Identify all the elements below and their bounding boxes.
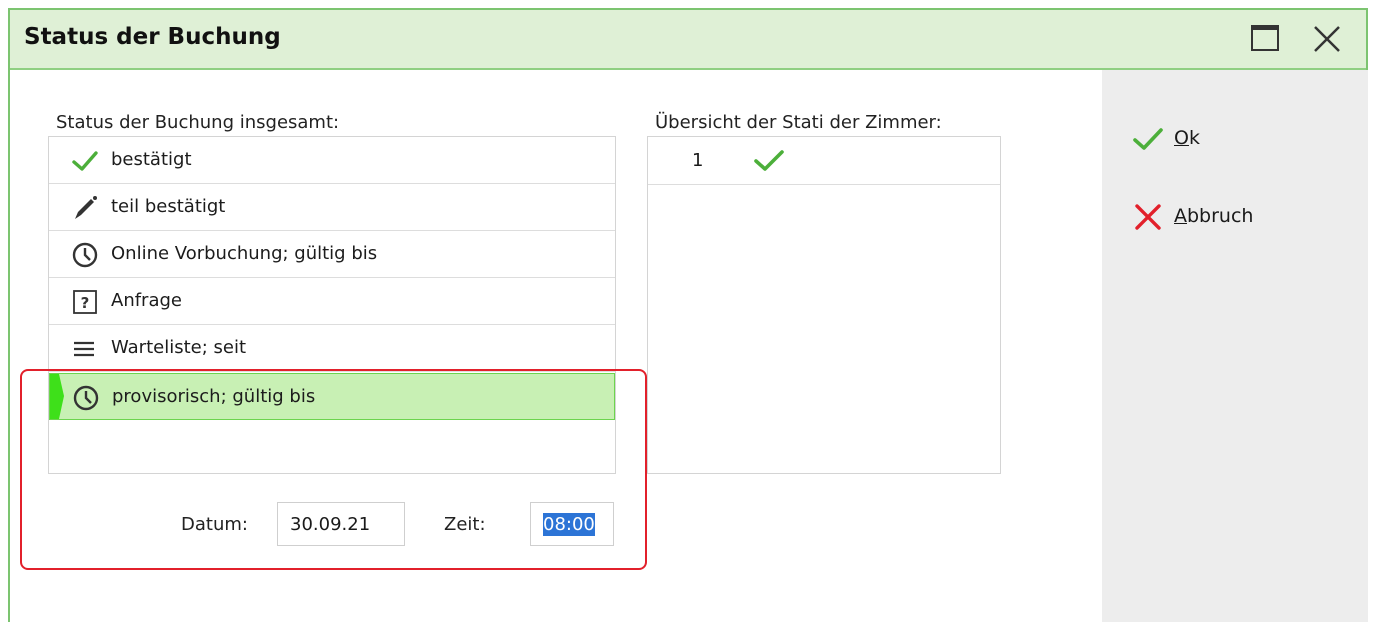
status-item-online-prebooking[interactable]: Online Vorbuchung; gültig bis <box>49 231 615 278</box>
status-item-request[interactable]: ? Anfrage <box>49 278 615 325</box>
ok-label: Ok <box>1174 127 1200 149</box>
rooms-status-label: Übersicht der Stati der Zimmer: <box>655 112 942 133</box>
highlight-annotation <box>20 369 647 570</box>
dialog-title: Status der Buchung <box>24 24 281 50</box>
overall-status-label: Status der Buchung insgesamt: <box>56 112 340 133</box>
list-icon <box>74 341 94 357</box>
check-icon <box>72 151 98 171</box>
status-item-partly-confirmed[interactable]: teil bestätigt <box>49 184 615 231</box>
close-icon <box>1314 26 1340 52</box>
svg-text:?: ? <box>81 294 90 312</box>
pen-icon <box>75 196 97 219</box>
status-item-label: Anfrage <box>111 290 182 311</box>
check-icon <box>754 150 784 171</box>
status-item-label: Warteliste; seit <box>111 337 247 358</box>
cancel-x-icon <box>1135 204 1161 230</box>
title-bar: Status der Buchung <box>10 10 1366 70</box>
status-item-label: teil bestätigt <box>111 196 226 217</box>
room-row[interactable]: 1 <box>648 137 1000 185</box>
cancel-label: Abbruch <box>1174 205 1254 227</box>
status-item-label: bestätigt <box>111 149 192 170</box>
maximize-icon <box>1251 25 1279 51</box>
status-item-confirmed[interactable]: bestätigt <box>49 137 615 184</box>
rooms-status-list: 1 <box>647 136 1001 474</box>
room-number: 1 <box>692 150 704 171</box>
question-box-icon: ? <box>73 290 97 314</box>
close-button[interactable] <box>1308 20 1346 58</box>
status-item-waitlist[interactable]: Warteliste; seit <box>49 325 615 372</box>
check-icon <box>1133 128 1163 150</box>
maximize-button[interactable] <box>1247 20 1285 58</box>
status-item-label: Online Vorbuchung; gültig bis <box>111 243 378 264</box>
clock-icon <box>72 242 98 268</box>
